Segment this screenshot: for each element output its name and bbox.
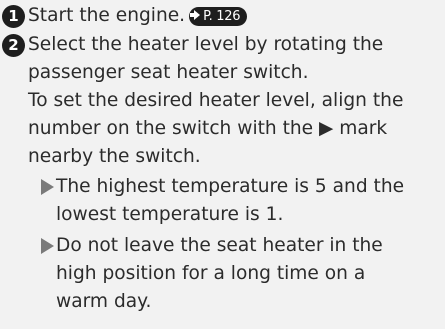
step-2-line-2: passenger seat heater switch. <box>28 62 309 83</box>
step-number-badge: 2 <box>2 34 25 57</box>
step-1-label: Start the engine. <box>28 5 186 26</box>
page-reference-link[interactable]: P. 126 <box>189 7 248 26</box>
instruction-page: 1 Start the engine. P. 126 2 Select the h… <box>0 0 445 329</box>
note-2-line-1: Do not leave the seat heater in the <box>56 235 383 256</box>
arrow-right-icon <box>190 10 201 20</box>
step-number-badge: 1 <box>2 5 25 28</box>
triangle-bullet-icon <box>41 238 54 254</box>
step-2-line-4: number on the switch with the ▶ mark <box>28 118 388 139</box>
step-2-line-3: To set the desired heater level, align t… <box>28 90 404 111</box>
step-1-text: Start the engine. P. 126 <box>28 2 248 30</box>
triangle-bullet-icon <box>41 179 54 195</box>
note-1-line-1: The highest temperature is 5 and the <box>56 176 405 197</box>
page-reference-label: P. 126 <box>203 9 241 24</box>
step-2-line-5: nearby the switch. <box>28 146 201 167</box>
note-1-line-2: lowest temperature is 1. <box>56 204 284 225</box>
note-2-line-2: high position for a long time on a <box>56 263 366 284</box>
note-2-line-3: warm day. <box>56 291 152 312</box>
step-2-line-1: Select the heater level by rotating the <box>28 34 384 55</box>
